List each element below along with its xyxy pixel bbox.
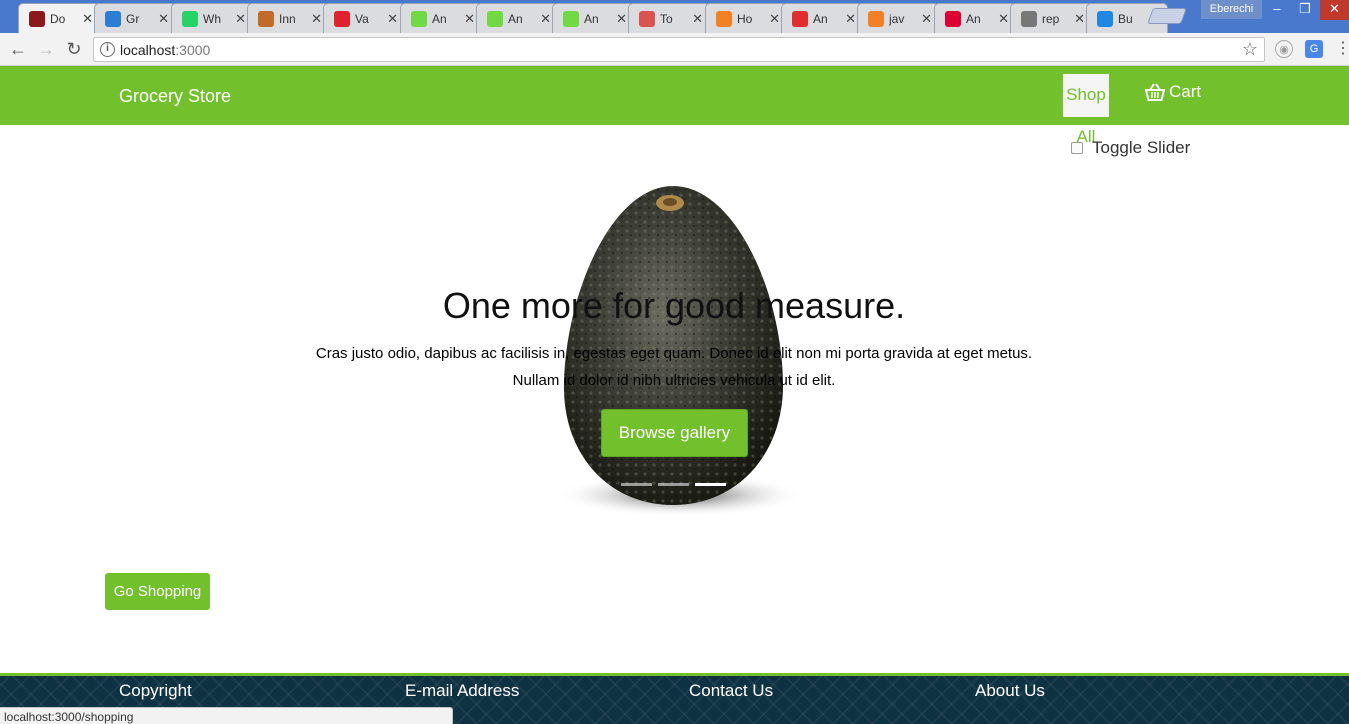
browser-tab[interactable]: Gr ✕ xyxy=(94,3,176,33)
tab-close-icon[interactable]: ✕ xyxy=(158,11,169,27)
tab-title: An xyxy=(432,11,447,26)
carousel-indicator[interactable] xyxy=(658,483,689,486)
browser-tab[interactable]: An ✕ xyxy=(476,3,558,33)
browser-tab[interactable]: Inn ✕ xyxy=(247,3,329,33)
tab-close-icon[interactable]: ✕ xyxy=(235,11,246,27)
footer-contact[interactable]: Contact Us xyxy=(689,681,773,701)
browser-tab[interactable]: Wh ✕ xyxy=(171,3,253,33)
browser-tab[interactable]: An ✕ xyxy=(934,3,1016,33)
whatsapp-icon xyxy=(182,10,198,27)
browser-tab[interactable]: rep ✕ xyxy=(1010,3,1092,33)
spy-icon xyxy=(29,11,45,27)
xe-icon xyxy=(639,10,655,27)
status-bar-url: localhost:3000/shopping xyxy=(0,707,453,724)
upwork-icon xyxy=(487,10,503,27)
url-port: :3000 xyxy=(175,42,211,58)
tab-title: jav xyxy=(889,11,905,26)
browse-gallery-button[interactable]: Browse gallery xyxy=(601,409,748,457)
cart-link[interactable]: Cart xyxy=(1145,82,1201,102)
tab-close-icon[interactable]: ✕ xyxy=(845,11,856,27)
tab-close-icon[interactable]: ✕ xyxy=(769,11,780,27)
bookmark-star-icon[interactable]: ☆ xyxy=(1242,39,1258,60)
browser-tab[interactable]: An ✕ xyxy=(400,3,482,33)
browser-tab[interactable]: Do ✕ xyxy=(18,3,100,34)
address-bar[interactable]: i localhost:3000 ☆ xyxy=(93,37,1265,62)
tab-title: rep xyxy=(1042,11,1060,26)
carousel-indicator[interactable] xyxy=(695,483,726,486)
upwork-icon xyxy=(563,10,579,27)
shop-all-link[interactable]: Shop All xyxy=(1063,74,1109,146)
restore-icon[interactable]: ❐ xyxy=(1290,0,1320,20)
translate-icon[interactable]: G xyxy=(1305,40,1323,58)
tab-close-icon[interactable]: ✕ xyxy=(464,11,475,27)
tab-close-icon[interactable]: ✕ xyxy=(311,11,322,27)
angular-icon xyxy=(945,10,961,27)
forward-icon[interactable]: → xyxy=(34,38,58,62)
stackoverflow-icon xyxy=(868,10,884,27)
back-icon[interactable]: ← xyxy=(6,38,30,62)
tab-close-icon[interactable]: ✕ xyxy=(82,11,93,27)
tab-close-icon[interactable]: ✕ xyxy=(1074,11,1085,27)
browser-tab[interactable]: Va ✕ xyxy=(323,3,405,33)
tab-title: An xyxy=(813,11,828,26)
extension-icon[interactable]: ◉ xyxy=(1275,40,1293,58)
tab-title: Va xyxy=(355,11,369,26)
browser-tab[interactable]: An ✕ xyxy=(552,3,634,33)
browser-tab[interactable]: To ✕ xyxy=(628,3,710,33)
window-close-icon[interactable]: ✕ xyxy=(1320,0,1349,20)
opera-icon xyxy=(334,10,350,27)
go-shopping-button[interactable]: Go Shopping xyxy=(105,573,210,610)
tab-title: An xyxy=(966,11,981,26)
tab-close-icon[interactable]: ✕ xyxy=(387,11,398,27)
as-icon xyxy=(792,10,808,27)
browser-toolbar: ← → ↻ i localhost:3000 ☆ ◉ G ⋮ xyxy=(0,33,1349,66)
address-url: localhost:3000 xyxy=(120,42,210,58)
footer-email: E-mail Address xyxy=(405,681,520,700)
browser-tabstrip: Do ✕ Gr ✕ Wh ✕ Inn ✕ Va ✕ An ✕ An ✕ An ✕ To ✕ Ho ✕ An ✕ jav ✕ An… xyxy=(0,0,1349,34)
tab-close-icon[interactable]: ✕ xyxy=(998,11,1009,27)
tab-title: An xyxy=(584,11,599,26)
browser-tab[interactable]: An ✕ xyxy=(781,3,863,33)
carousel-text: Cras justo odio, dapibus ac facilisis in… xyxy=(315,345,1033,389)
stackoverflow-icon xyxy=(716,10,732,27)
tab-title: Bu xyxy=(1118,11,1133,26)
carousel-indicators xyxy=(621,483,726,486)
refresh-blue-icon xyxy=(1097,10,1113,27)
toggle-slider-control[interactable]: Toggle Slider xyxy=(1071,138,1190,158)
tab-close-icon[interactable]: ✕ xyxy=(692,11,703,27)
brand-link[interactable]: Grocery Store xyxy=(119,86,231,107)
basket-icon xyxy=(1145,83,1165,101)
tab-title: An xyxy=(508,11,523,26)
reload-icon[interactable]: ↻ xyxy=(62,38,86,62)
cart-label: Cart xyxy=(1169,82,1202,101)
spiral-icon xyxy=(1021,10,1037,27)
tab-title: Inn xyxy=(279,11,296,26)
toggle-slider-checkbox[interactable] xyxy=(1071,142,1083,154)
toggle-slider-label: Toggle Slider xyxy=(1092,138,1191,157)
footer-about[interactable]: About Us xyxy=(975,681,1045,701)
browser-tab[interactable]: Ho ✕ xyxy=(705,3,787,33)
tab-close-icon[interactable]: ✕ xyxy=(921,11,932,27)
carousel-indicator[interactable] xyxy=(621,483,652,486)
tab-title: Wh xyxy=(203,11,221,26)
minimize-icon[interactable]: – xyxy=(1262,0,1292,20)
tab-title: To xyxy=(660,11,673,26)
url-host: localhost xyxy=(120,42,176,58)
upwork-icon xyxy=(411,10,427,27)
site-navbar: Grocery Store Shop All Cart xyxy=(0,66,1349,146)
profile-button[interactable]: Eberechi xyxy=(1201,0,1262,19)
image-icon xyxy=(258,10,274,27)
tab-title: Do xyxy=(50,12,66,26)
new-tab-button[interactable] xyxy=(1147,8,1187,24)
carousel-title: One more for good measure. xyxy=(442,285,906,326)
k-icon xyxy=(105,10,121,27)
tab-close-icon[interactable]: ✕ xyxy=(616,11,627,27)
site-info-icon[interactable]: i xyxy=(100,42,115,57)
tab-title: Ho xyxy=(737,11,753,26)
footer-copyright: Copyright xyxy=(119,681,192,700)
browser-tab[interactable]: jav ✕ xyxy=(857,3,939,33)
menu-icon[interactable]: ⋮ xyxy=(1334,40,1349,58)
tab-close-icon[interactable]: ✕ xyxy=(540,11,551,27)
tab-title: Gr xyxy=(126,11,140,26)
